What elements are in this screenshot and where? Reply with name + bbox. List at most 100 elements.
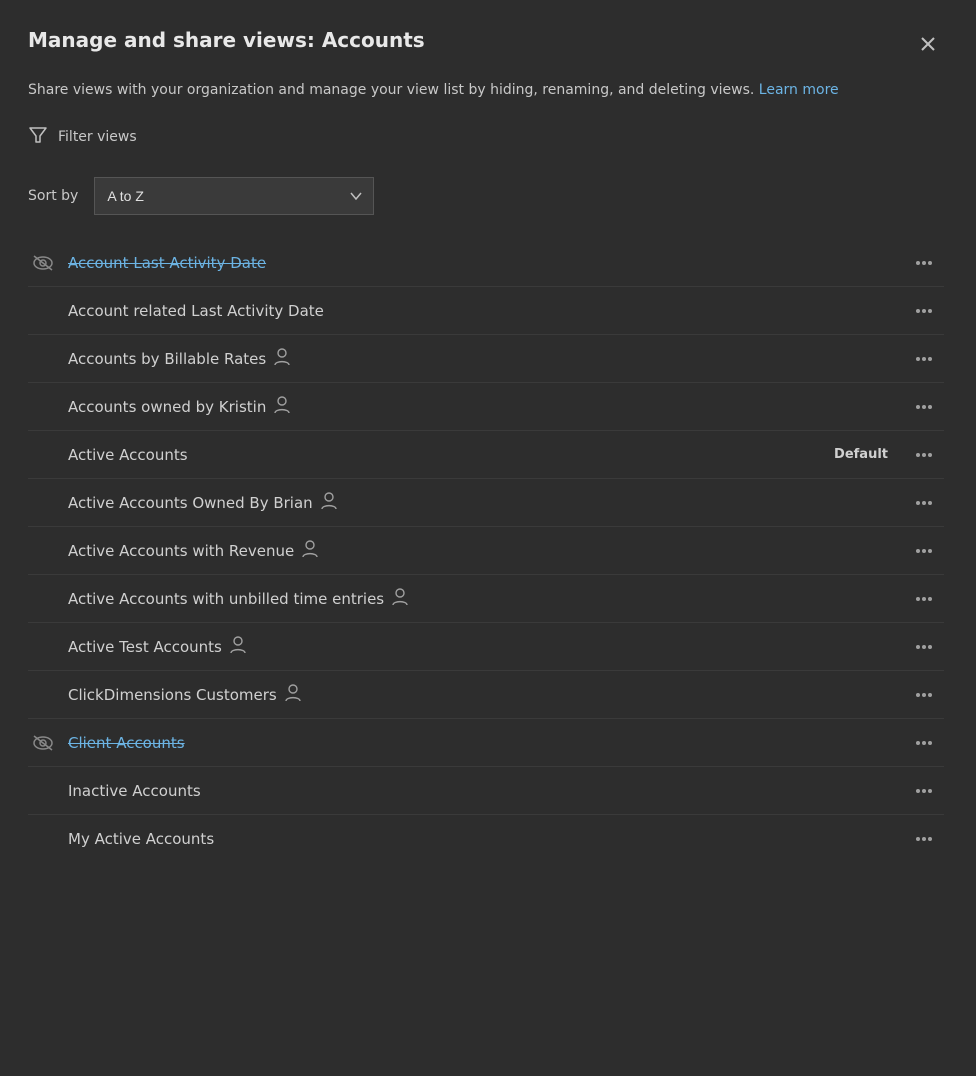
sort-select[interactable]: A to Z Z to A Recently used xyxy=(94,177,374,215)
view-name: My Active Accounts xyxy=(68,830,908,848)
view-actions xyxy=(908,497,940,509)
view-name: Active Accounts with Revenue xyxy=(68,540,908,562)
view-actions xyxy=(908,401,940,413)
eye-slash-icon xyxy=(32,735,54,751)
list-item: ClickDimensions Customers xyxy=(28,671,944,719)
filter-icon xyxy=(28,125,48,149)
view-name-text: Account Last Activity Date xyxy=(68,254,266,272)
list-item: Inactive Accounts xyxy=(28,767,944,815)
personal-view-icon xyxy=(392,588,408,610)
dots-icon xyxy=(916,645,932,649)
personal-view-icon xyxy=(274,348,290,370)
views-list: Account Last Activity Date Account relat… xyxy=(28,239,944,863)
view-actions xyxy=(908,593,940,605)
view-name-text: Active Accounts with unbilled time entri… xyxy=(68,590,384,608)
view-actions xyxy=(908,785,940,797)
view-name: Client Accounts xyxy=(68,734,908,752)
sort-label: Sort by xyxy=(28,188,78,204)
view-actions: Default xyxy=(834,447,940,462)
view-name-text: ClickDimensions Customers xyxy=(68,686,277,704)
view-name-text: My Active Accounts xyxy=(68,830,214,848)
more-options-button[interactable] xyxy=(908,449,940,461)
personal-view-icon xyxy=(274,396,290,418)
more-options-button[interactable] xyxy=(908,257,940,269)
dots-icon xyxy=(916,597,932,601)
more-options-button[interactable] xyxy=(908,497,940,509)
more-options-button[interactable] xyxy=(908,737,940,749)
dots-icon xyxy=(916,741,932,745)
view-name: Active Accounts Owned By Brian xyxy=(68,492,908,514)
view-name: Active Accounts xyxy=(68,446,834,464)
list-item: Active Accounts Owned By Brian xyxy=(28,479,944,527)
filter-views-section[interactable]: Filter views xyxy=(28,125,944,149)
funnel-icon xyxy=(28,125,48,145)
view-actions xyxy=(908,737,940,749)
view-name-text: Active Accounts Owned By Brian xyxy=(68,494,313,512)
description-text: Share views with your organization and m… xyxy=(28,80,944,101)
more-options-button[interactable] xyxy=(908,401,940,413)
list-item: Account Last Activity Date xyxy=(28,239,944,287)
more-options-button[interactable] xyxy=(908,545,940,557)
personal-view-icon xyxy=(302,540,318,562)
hidden-icon-slot xyxy=(32,255,68,271)
view-name: Inactive Accounts xyxy=(68,782,908,800)
view-actions xyxy=(908,545,940,557)
list-item: Active Test Accounts xyxy=(28,623,944,671)
hidden-icon-slot xyxy=(32,735,68,751)
list-item: Active Accounts with unbilled time entri… xyxy=(28,575,944,623)
view-name-text: Active Accounts xyxy=(68,446,188,464)
filter-label: Filter views xyxy=(58,129,137,145)
more-options-button[interactable] xyxy=(908,785,940,797)
dots-icon xyxy=(916,789,932,793)
list-item: My Active Accounts xyxy=(28,815,944,863)
view-actions xyxy=(908,305,940,317)
list-item: Accounts by Billable Rates xyxy=(28,335,944,383)
dots-icon xyxy=(916,501,932,505)
view-name: Accounts by Billable Rates xyxy=(68,348,908,370)
dots-icon xyxy=(916,405,932,409)
view-name-text: Active Test Accounts xyxy=(68,638,222,656)
view-name: Accounts owned by Kristin xyxy=(68,396,908,418)
view-name-text: Inactive Accounts xyxy=(68,782,201,800)
view-name-text: Accounts owned by Kristin xyxy=(68,398,266,416)
personal-view-icon xyxy=(230,636,246,658)
list-item: Active Accounts Default xyxy=(28,431,944,479)
dots-icon xyxy=(916,453,932,457)
dots-icon xyxy=(916,357,932,361)
more-options-button[interactable] xyxy=(908,833,940,845)
view-name: Active Accounts with unbilled time entri… xyxy=(68,588,908,610)
view-actions xyxy=(908,353,940,365)
eye-slash-icon xyxy=(32,255,54,271)
more-options-button[interactable] xyxy=(908,593,940,605)
close-icon xyxy=(920,36,936,52)
view-name-text: Client Accounts xyxy=(68,734,185,752)
more-options-button[interactable] xyxy=(908,641,940,653)
sort-section: Sort by A to Z Z to A Recently used xyxy=(28,177,944,215)
dots-icon xyxy=(916,837,932,841)
dots-icon xyxy=(916,261,932,265)
dialog-title: Manage and share views: Accounts xyxy=(28,28,425,52)
list-item: Accounts owned by Kristin xyxy=(28,383,944,431)
more-options-button[interactable] xyxy=(908,305,940,317)
dialog-header: Manage and share views: Accounts xyxy=(28,28,944,60)
view-name: Account Last Activity Date xyxy=(68,254,908,272)
view-name: Active Test Accounts xyxy=(68,636,908,658)
view-name: Account related Last Activity Date xyxy=(68,302,908,320)
close-button[interactable] xyxy=(912,28,944,60)
list-item: Account related Last Activity Date xyxy=(28,287,944,335)
dots-icon xyxy=(916,549,932,553)
view-actions xyxy=(908,689,940,701)
manage-views-dialog: Manage and share views: Accounts Share v… xyxy=(0,0,976,1076)
view-name: ClickDimensions Customers xyxy=(68,684,908,706)
view-name-text: Account related Last Activity Date xyxy=(68,302,324,320)
more-options-button[interactable] xyxy=(908,353,940,365)
list-item: Client Accounts xyxy=(28,719,944,767)
view-name-text: Accounts by Billable Rates xyxy=(68,350,266,368)
dots-icon xyxy=(916,309,932,313)
view-actions xyxy=(908,257,940,269)
view-name-text: Active Accounts with Revenue xyxy=(68,542,294,560)
more-options-button[interactable] xyxy=(908,689,940,701)
sort-select-wrapper: A to Z Z to A Recently used xyxy=(94,177,374,215)
learn-more-link[interactable]: Learn more xyxy=(759,82,839,98)
personal-view-icon xyxy=(285,684,301,706)
